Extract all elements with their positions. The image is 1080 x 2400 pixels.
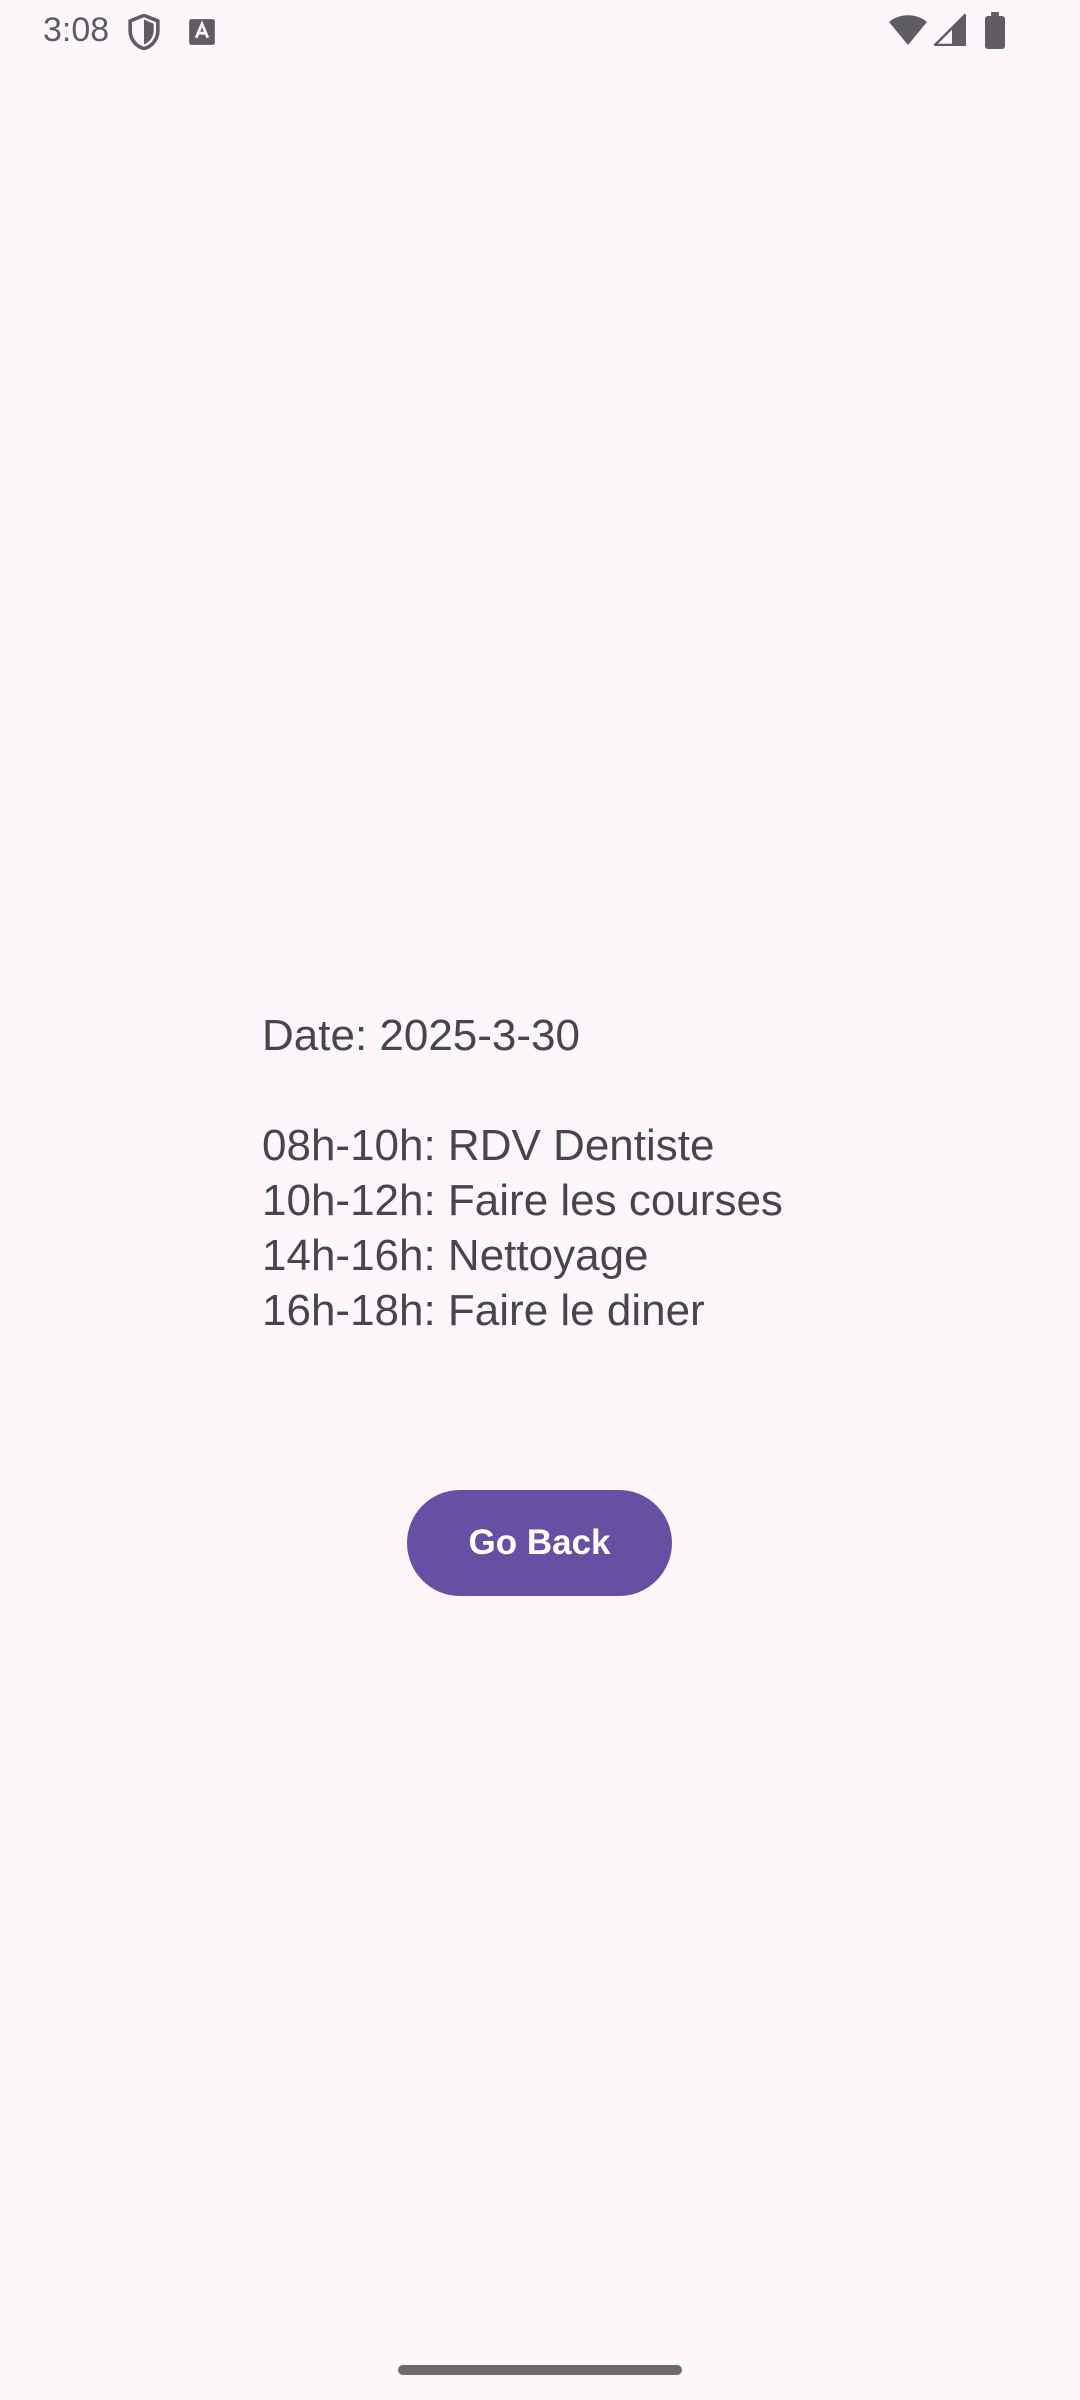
keyboard-icon <box>189 19 215 45</box>
date-label: Date: 2025-3-30 <box>262 1011 580 1060</box>
status-bar: 3:08 <box>0 0 1080 64</box>
schedule-entry: 14h-16h: Nettoyage <box>262 1231 649 1280</box>
battery-icon <box>985 12 1005 49</box>
go-back-button[interactable]: Go Back <box>407 1490 672 1596</box>
shield-icon <box>128 14 160 50</box>
wifi-icon <box>889 15 927 45</box>
signal-icon <box>934 14 966 46</box>
status-time: 3:08 <box>43 11 110 49</box>
schedule-entry: 10h-12h: Faire les courses <box>262 1176 783 1225</box>
schedule-text: Date: 2025-3-30 08h-10h: RDV Dentiste 10… <box>262 1008 1022 1338</box>
schedule-entry: 08h-10h: RDV Dentiste <box>262 1121 715 1170</box>
gesture-navigation-bar[interactable] <box>398 2365 682 2375</box>
schedule-entry: 16h-18h: Faire le diner <box>262 1286 705 1335</box>
